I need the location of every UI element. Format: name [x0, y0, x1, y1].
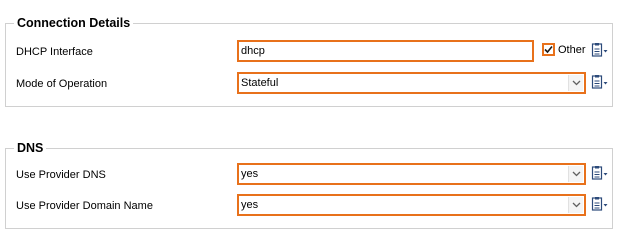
chevron-down-icon[interactable] [568, 75, 583, 91]
use-provider-dns-value: yes [241, 168, 259, 180]
other-checkbox[interactable] [542, 43, 555, 56]
chevron-down-icon[interactable] [568, 197, 583, 213]
use-provider-dns-row: Use Provider DNS yes [6, 163, 612, 187]
clipboard-menu-icon[interactable] [591, 165, 609, 181]
connection-details-title: Connection Details [14, 15, 134, 31]
dhcp-interface-value: dhcp [241, 45, 265, 57]
dhcp-interface-row: DHCP Interface dhcp Other [6, 40, 612, 64]
dhcp-interface-label: DHCP Interface [16, 46, 93, 58]
other-checkbox-wrap[interactable]: Other [542, 43, 586, 56]
connection-details-group: Connection Details DHCP Interface dhcp O… [5, 15, 613, 107]
chevron-down-icon[interactable] [568, 166, 583, 182]
mode-value: Stateful [241, 77, 279, 89]
mode-label: Mode of Operation [16, 78, 108, 90]
clipboard-menu-icon[interactable] [591, 196, 609, 212]
mode-select[interactable]: Stateful [237, 72, 586, 94]
use-provider-domain-label: Use Provider Domain Name [16, 200, 153, 212]
dns-group: DNS Use Provider DNS yes Use Provider Do… [5, 140, 613, 229]
use-provider-dns-label: Use Provider DNS [16, 169, 106, 181]
checkbox-check-icon [544, 45, 553, 54]
other-checkbox-label: Other [558, 43, 586, 56]
use-provider-domain-row: Use Provider Domain Name yes [6, 194, 612, 218]
dns-title: DNS [14, 140, 47, 156]
clipboard-menu-icon[interactable] [591, 42, 609, 58]
clipboard-menu-icon[interactable] [591, 74, 609, 90]
mode-row: Mode of Operation Stateful [6, 72, 612, 96]
dhcp-interface-input[interactable]: dhcp [237, 40, 534, 62]
use-provider-dns-select[interactable]: yes [237, 163, 586, 185]
use-provider-domain-value: yes [241, 199, 259, 211]
use-provider-domain-select[interactable]: yes [237, 194, 586, 216]
